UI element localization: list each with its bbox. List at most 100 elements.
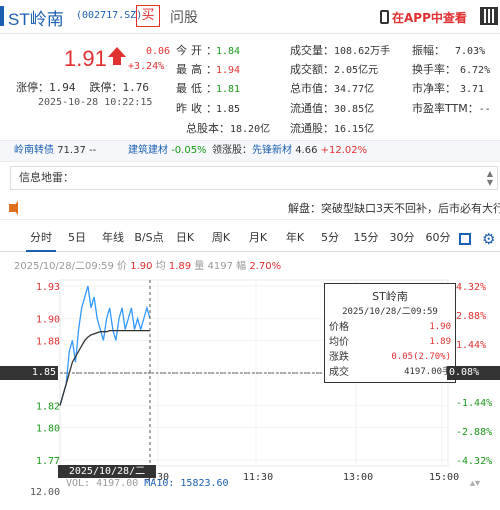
tab-monthly-k[interactable]: 月K [245, 226, 271, 252]
leader-label: 领涨股： [212, 145, 252, 156]
stat-label: 市净率： [412, 82, 456, 95]
tab-year-line[interactable]: 年线 [98, 226, 128, 252]
tooltip-label: 价格 [329, 322, 349, 333]
stat-amplitude: 振幅： 7.03% [412, 42, 485, 58]
stat-label: 振幅： [412, 44, 445, 57]
crosshair-percent-label: 0.08% [447, 366, 500, 380]
limit-down-value: 1.76 [122, 81, 150, 94]
tab-yearly-k[interactable]: 年K [282, 226, 308, 252]
resize-handle-icon[interactable]: ▴▾ [470, 478, 480, 489]
tab-5min[interactable]: 5分 [318, 226, 342, 252]
stat-value: 18.20亿 [230, 124, 271, 135]
stat-label: 最高： [176, 63, 221, 76]
crosshair-tooltip: ST岭南 2025/10/28/二09:59 价格 1.90 均价 1.89 涨跌 0… [324, 283, 456, 383]
stock-name: ST岭南 [8, 10, 64, 29]
convertible-bond-link[interactable]: 岭南转债 71.37 -- [14, 141, 96, 161]
x-tick-label: 13:00 [343, 472, 373, 483]
price-series-line [59, 285, 151, 406]
open-in-app-label: 在APP中查看 [392, 11, 467, 25]
tab-daily-k[interactable]: 日K [172, 226, 198, 252]
readout-avg-label: 均 [155, 261, 166, 272]
up-arrow-stem [113, 56, 121, 65]
stat-value: 30.85亿 [334, 104, 375, 115]
tooltip-row-price: 价格 1.90 [329, 320, 451, 335]
stat-value: 6.72% [460, 65, 491, 76]
stat-label: 流通值： [290, 102, 334, 115]
tab-bs-points[interactable]: B/S点 [132, 226, 166, 252]
stat-low: 最低：1.81 [176, 80, 240, 96]
phone-icon [380, 10, 389, 24]
stat-pe: 市盈率TTM：-- [412, 100, 491, 116]
avg-series-line [59, 329, 150, 406]
tab-intraday[interactable]: 分时 [26, 226, 56, 252]
stat-float-cap: 流通值：30.85亿 [290, 100, 374, 116]
stat-value: -- [478, 104, 491, 115]
stat-pb: 市净率： 3.71 [412, 80, 484, 96]
quote-panel: 1.91 0.06 +3.24% 涨停：1.94 跌停：1.76 2025-10-… [0, 34, 500, 138]
tooltip-stock-name: ST岭南 [372, 290, 408, 303]
tab-30min[interactable]: 30分 [388, 226, 416, 252]
readout-amp: 2.70% [249, 261, 282, 272]
crosshair-time-label: 2025/10/28/二09:59 [58, 465, 156, 490]
news-ticker: 解盘：突破型缺口3天不回补，后市必有大行情 [0, 198, 500, 220]
stat-volume: 成交量：108.62万手 [290, 42, 390, 58]
tooltip-value: 1.90 [429, 322, 451, 332]
stat-high: 最高：1.94 [176, 61, 240, 77]
volume-ma10: MA10: 15823.60 [144, 478, 229, 489]
industry-name: 建筑建材 [128, 145, 168, 156]
stat-float-shares: 流通股：16.15亿 [290, 120, 374, 136]
price-limits: 涨停：1.94 跌停：1.76 [16, 79, 163, 95]
stat-value: 34.77亿 [334, 84, 375, 95]
stat-open: 今开：1.84 [176, 42, 240, 58]
info-mines-box[interactable]: 信息地雷： ▲ ▼ [10, 166, 498, 190]
sector-bar: 岭南转债 71.37 -- 建筑建材 -0.05% 领涨股：先锋新材 4.66 … [0, 140, 500, 162]
gear-icon[interactable]: ⚙ [482, 230, 495, 248]
y-right-tick-label: 2.88% [456, 311, 486, 322]
open-in-app-link[interactable]: 在APP中查看 [380, 9, 467, 26]
y-right-tick-label: -2.88% [456, 427, 492, 438]
stat-label: 最低： [176, 82, 221, 95]
ask-stock-link[interactable]: 问股 [170, 7, 198, 27]
stat-turnover-rate: 换手率： 6.72% [412, 61, 490, 77]
convertible-name: 岭南转债 [14, 145, 54, 156]
price-change-percent: +3.24% [128, 61, 165, 72]
y-tick-label: 1.93 [36, 282, 60, 293]
y-right-tick-label: -4.32% [456, 456, 492, 467]
news-headline[interactable]: 解盘：突破型缺口3天不回补，后市必有大行情 [288, 198, 500, 220]
fullscreen-icon[interactable] [459, 233, 471, 245]
x-tick-label: 15:00 [429, 472, 459, 483]
tooltip-value: 0.05(2.70%) [391, 352, 451, 362]
tab-15min[interactable]: 15分 [352, 226, 380, 252]
stock-header: ST岭南 (002717.SZ) 买 问股 在APP中查看 [0, 0, 500, 34]
tab-60min[interactable]: 60分 [424, 226, 452, 252]
stat-value: 1.85 [216, 104, 241, 115]
tab-weekly-k[interactable]: 周K [208, 226, 234, 252]
x-tick-label: 11:30 [243, 472, 273, 483]
price-change: 0.06 [146, 46, 171, 57]
updown-arrows-icon[interactable]: ▲ ▼ [487, 169, 493, 187]
tooltip-row-volume: 成交 4197.00手 [329, 365, 451, 380]
tooltip-label: 均价 [329, 337, 349, 348]
industry-link[interactable]: 建筑建材 -0.05% [128, 141, 207, 161]
chart-readout: 2025/10/28/二09:59 价 1.90 均 1.89 量 4197 幅… [14, 257, 281, 272]
stat-value: 3.71 [460, 84, 485, 95]
stat-label: 昨收： [176, 102, 221, 115]
y-tick-label: 1.88 [36, 336, 60, 347]
leader-stock-link[interactable]: 领涨股：先锋新材 4.66 +12.02% [212, 141, 367, 161]
leader-change: +12.02% [320, 145, 368, 156]
limit-up-label: 涨停： [16, 81, 49, 94]
qr-code-icon[interactable] [480, 7, 498, 25]
stat-prev-close: 昨收：1.85 [176, 100, 240, 116]
buy-button[interactable]: 买 [136, 5, 160, 27]
stat-label: 成交量： [290, 44, 334, 57]
stat-value: 2.05亿元 [334, 65, 379, 76]
volume-value: VOL: 4197.00 [66, 478, 139, 489]
tooltip-row-avg: 均价 1.89 [329, 335, 451, 350]
stat-label: 总股本： [186, 122, 230, 135]
readout-time: 2025/10/28/二09:59 [14, 261, 114, 272]
stat-market-cap: 总市值：34.77亿 [290, 80, 374, 96]
info-mines-label: 信息地雷： [19, 171, 74, 184]
volume-readout: VOL: 4197.00 MA10: 15823.60 [66, 478, 229, 489]
tab-5day[interactable]: 5日 [64, 226, 90, 252]
stat-value: 108.62万手 [334, 46, 391, 57]
